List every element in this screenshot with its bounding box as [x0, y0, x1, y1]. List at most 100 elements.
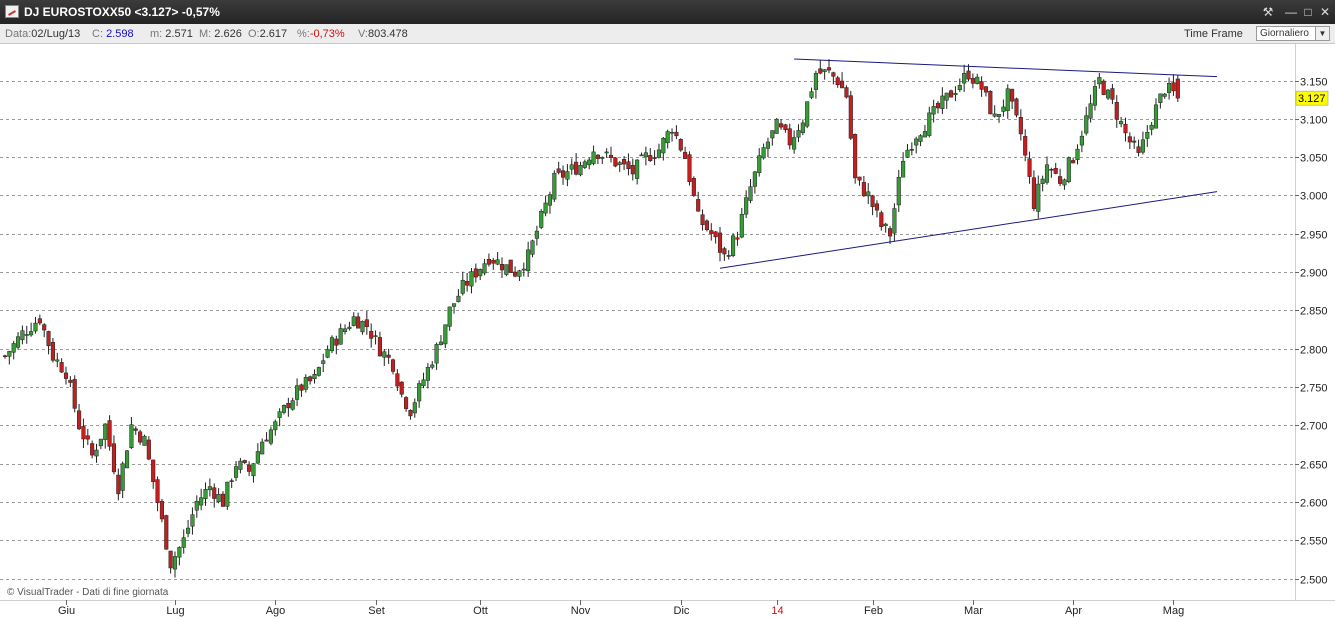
candle-down [2, 355, 8, 358]
candle-down [826, 67, 832, 71]
y-tick-label: 2.850 [1300, 306, 1328, 318]
candle-down [377, 337, 382, 357]
candle-down [1014, 98, 1019, 116]
candle-down [50, 342, 55, 361]
candle-up [347, 326, 352, 329]
candle-down [299, 384, 304, 391]
candle-up [207, 486, 212, 491]
candle-up [338, 328, 343, 345]
candle-up [1005, 88, 1010, 111]
candle-up [962, 72, 967, 84]
candle-up [412, 402, 417, 414]
candle-up [373, 335, 378, 337]
x-tick-label: Dic [674, 605, 690, 617]
y-tick-label: 2.500 [1300, 575, 1328, 587]
candle-down [935, 102, 941, 109]
candle-up [55, 359, 60, 362]
candle-up [417, 383, 422, 402]
candle-up [430, 364, 435, 368]
candle-up [1036, 183, 1041, 212]
candle-down [72, 379, 77, 409]
candle-down [840, 80, 845, 89]
candle-up [953, 92, 958, 95]
candle-down [608, 154, 614, 158]
candle-down [81, 426, 86, 440]
candle-up [1001, 106, 1006, 112]
candle-up [757, 155, 762, 173]
y-tick-label: 2.800 [1300, 345, 1328, 357]
candle-down [220, 493, 226, 507]
candle-up [543, 202, 548, 214]
candle-up [172, 556, 178, 570]
candle-down [1071, 160, 1076, 164]
candle-up [739, 213, 744, 238]
candle-up [617, 162, 622, 165]
candle-up [447, 306, 452, 327]
candle-up [190, 514, 195, 527]
candle-up [273, 421, 278, 431]
candle-down [1171, 82, 1176, 92]
candle-down [408, 410, 413, 417]
y-tick-label: 2.750 [1300, 383, 1328, 395]
candle-up [1062, 179, 1067, 186]
candle-down [879, 212, 884, 227]
candle-up [425, 367, 430, 381]
candle-up [731, 235, 736, 256]
candle-down [613, 157, 618, 167]
candle-down [1058, 176, 1063, 184]
candle-up [1149, 124, 1154, 130]
candle-up [521, 268, 526, 271]
candle-down [486, 259, 491, 265]
candle-up [1162, 93, 1167, 97]
candle-up [604, 151, 609, 154]
candle-up [20, 330, 25, 341]
candle-up [316, 367, 321, 376]
candle-down [168, 550, 173, 569]
candle-down [386, 354, 391, 358]
candle-down [151, 459, 156, 483]
candle-up [774, 118, 779, 134]
candle-down [848, 95, 853, 139]
candle-up [1140, 139, 1145, 153]
candle-up [744, 197, 749, 215]
y-tick-label: 3.100 [1300, 115, 1328, 127]
candle-down [630, 165, 635, 175]
candle-up [643, 152, 648, 158]
candle-up [1092, 86, 1098, 106]
candle-up [792, 137, 797, 150]
candle-down [674, 131, 679, 137]
candle-down [726, 255, 731, 257]
candle-down [164, 515, 169, 550]
candle-up [517, 270, 522, 277]
x-tick-label: Feb [864, 605, 883, 617]
candle-down [648, 155, 653, 161]
candle-up [504, 264, 509, 275]
candle-up [421, 379, 426, 387]
candle-up [565, 171, 570, 180]
candle-down [717, 232, 723, 253]
candlestick-chart[interactable]: 2.500 2.550 2.600 2.650 2.700 2.750 2.800 2.850… [0, 0, 1335, 619]
candle-up [569, 164, 574, 170]
candle-up [15, 336, 21, 348]
candle-down [1023, 136, 1028, 156]
candle-up [669, 132, 675, 134]
x-tick-label: Apr [1065, 605, 1082, 617]
candle-down [626, 161, 631, 169]
candle-down [59, 362, 64, 373]
candle-down [369, 331, 374, 339]
candle-down [678, 139, 683, 151]
candle-down [513, 271, 518, 277]
candle-up [992, 113, 997, 117]
candle-up [495, 259, 500, 265]
x-tick-label: 14 [771, 605, 783, 617]
candle-down [1018, 117, 1023, 135]
candle-up [295, 385, 300, 400]
candle-down [560, 170, 566, 178]
candle-down [395, 373, 400, 387]
candle-up [103, 423, 108, 440]
candle-down [1031, 177, 1036, 209]
candle-down [831, 72, 836, 77]
candle-up [251, 463, 256, 477]
candle-down [1010, 88, 1015, 102]
x-tick-label: Mag [1163, 605, 1184, 617]
